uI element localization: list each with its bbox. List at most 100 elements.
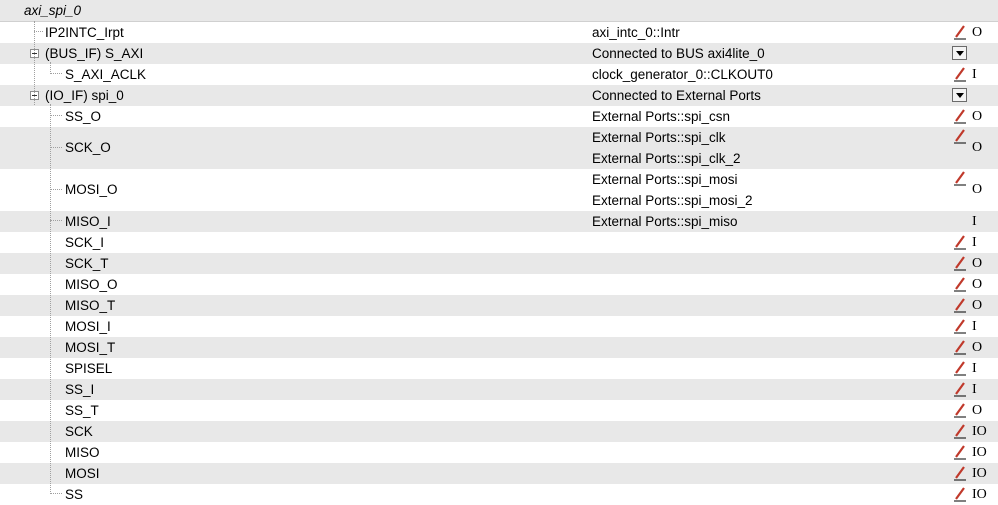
port-direction: I xyxy=(972,361,977,376)
port-name: MISO xyxy=(65,445,100,460)
tree-row[interactable]: SS_T O xyxy=(0,400,998,421)
pencil-icon[interactable] xyxy=(953,318,967,334)
port-connection[interactable]: External Ports::spi_mosi External Ports:… xyxy=(592,169,753,211)
port-direction: I xyxy=(972,382,977,397)
tree-row[interactable]: MOSI IO xyxy=(0,463,998,484)
pencil-icon[interactable] xyxy=(953,423,967,439)
port-connection[interactable]: clock_generator_0::CLKOUT0 xyxy=(592,64,773,85)
tree-row[interactable]: S_AXI_ACLK clock_generator_0::CLKOUT0 I xyxy=(0,64,998,85)
pencil-icon[interactable] xyxy=(953,234,967,250)
tree-row[interactable]: SCK_T O xyxy=(0,253,998,274)
tree-row-root[interactable]: axi_spi_0 xyxy=(0,0,998,22)
port-direction: O xyxy=(972,256,983,271)
tree-row[interactable]: MISO_T O xyxy=(0,295,998,316)
pencil-icon[interactable] xyxy=(953,486,967,502)
tree-guide-line xyxy=(50,220,62,221)
tree-row[interactable]: SPISEL I xyxy=(0,358,998,379)
dropdown-arrow-icon[interactable] xyxy=(952,46,967,60)
tree-guide-line xyxy=(50,493,62,494)
tree-row[interactable]: IP2INTC_Irpt axi_intc_0::Intr O xyxy=(0,22,998,43)
port-name: MOSI_O xyxy=(65,182,118,197)
port-direction: IO xyxy=(972,445,987,460)
port-direction: O xyxy=(972,25,983,40)
port-name: SS_T xyxy=(65,403,99,418)
connection-value: Connected to BUS axi4lite_0 xyxy=(592,46,765,61)
tree-row[interactable]: MISO IO xyxy=(0,442,998,463)
tree-row[interactable]: SS IO xyxy=(0,484,998,505)
interface-name: (BUS_IF) S_AXI xyxy=(45,46,144,61)
pencil-icon[interactable] xyxy=(953,402,967,418)
port-direction: IO xyxy=(972,466,987,481)
port-direction: I xyxy=(972,235,977,250)
port-connection[interactable]: Connected to External Ports xyxy=(592,85,761,106)
tree-row[interactable]: SCK IO xyxy=(0,421,998,442)
port-name: SPISEL xyxy=(65,361,113,376)
port-name: MISO_T xyxy=(65,298,116,313)
pencil-icon[interactable] xyxy=(953,339,967,355)
port-direction: O xyxy=(972,109,983,124)
port-direction: I xyxy=(972,319,977,334)
port-name: SCK_I xyxy=(65,235,105,250)
pencil-icon[interactable] xyxy=(953,360,967,376)
pencil-icon[interactable] xyxy=(953,108,967,124)
tree-row-io-if[interactable]: (IO_IF) spi_0 Connected to External Port… xyxy=(0,85,998,106)
tree-guide-line xyxy=(50,115,62,116)
tree-row[interactable]: MISO_O O xyxy=(0,274,998,295)
tree-row[interactable]: SCK_O External Ports::spi_clk External P… xyxy=(0,127,998,169)
port-direction: O xyxy=(972,403,983,418)
tree-row[interactable]: MISO_I External Ports::spi_miso I xyxy=(0,211,998,232)
connection-value: External Ports::spi_clk xyxy=(592,130,726,145)
port-direction: O xyxy=(972,277,983,292)
pencil-icon[interactable] xyxy=(953,465,967,481)
connection-value: External Ports::spi_miso xyxy=(592,214,738,229)
connection-value: Connected to External Ports xyxy=(592,88,761,103)
port-name: SS xyxy=(65,487,84,502)
port-direction: IO xyxy=(972,424,987,439)
port-name: IP2INTC_Irpt xyxy=(45,25,124,40)
connection-value: clock_generator_0::CLKOUT0 xyxy=(592,67,773,82)
port-name: SS_I xyxy=(65,382,95,397)
port-direction: I xyxy=(972,214,977,229)
tree-guide-line xyxy=(50,189,62,190)
port-name: MISO_I xyxy=(65,214,111,229)
port-connection[interactable]: External Ports::spi_miso xyxy=(592,211,738,232)
pencil-icon[interactable] xyxy=(953,170,967,186)
tree-row[interactable]: SCK_I I xyxy=(0,232,998,253)
pencil-icon[interactable] xyxy=(953,297,967,313)
pencil-icon[interactable] xyxy=(953,24,967,40)
tree-row[interactable]: MOSI_T O xyxy=(0,337,998,358)
port-connection[interactable]: External Ports::spi_csn xyxy=(592,106,730,127)
tree-row[interactable]: MOSI_I I xyxy=(0,316,998,337)
port-name: MOSI_I xyxy=(65,319,111,334)
tree-guide-line xyxy=(50,147,62,148)
pencil-icon[interactable] xyxy=(953,381,967,397)
tree-guide-line xyxy=(34,31,43,32)
connection-value: axi_intc_0::Intr xyxy=(592,25,680,40)
connection-value: External Ports::spi_mosi_2 xyxy=(592,193,753,208)
port-name: S_AXI_ACLK xyxy=(65,67,147,82)
port-name: MOSI xyxy=(65,466,100,481)
port-name: MISO_O xyxy=(65,277,118,292)
pencil-icon[interactable] xyxy=(953,66,967,82)
tree-row[interactable]: MOSI_O External Ports::spi_mosi External… xyxy=(0,169,998,211)
port-name: MOSI_T xyxy=(65,340,116,355)
port-direction: O xyxy=(972,340,983,355)
pencil-icon[interactable] xyxy=(953,276,967,292)
pencil-icon[interactable] xyxy=(953,444,967,460)
connection-value: External Ports::spi_mosi xyxy=(592,172,738,187)
dropdown-arrow-icon[interactable] xyxy=(952,88,967,102)
port-connection[interactable]: External Ports::spi_clk External Ports::… xyxy=(592,127,741,169)
port-connection[interactable]: Connected to BUS axi4lite_0 xyxy=(592,43,765,64)
pencil-icon[interactable] xyxy=(953,255,967,271)
tree-guide-line xyxy=(50,104,51,494)
port-direction: O xyxy=(972,182,983,197)
tree-guide-line xyxy=(50,73,62,74)
port-name: SCK_O xyxy=(65,140,111,155)
tree-row-bus-if[interactable]: (BUS_IF) S_AXI Connected to BUS axi4lite… xyxy=(0,43,998,64)
pencil-icon[interactable] xyxy=(953,128,967,144)
connection-value: External Ports::spi_csn xyxy=(592,109,731,124)
tree-root-label: axi_spi_0 xyxy=(24,3,82,18)
tree-row[interactable]: SS_I I xyxy=(0,379,998,400)
port-connection[interactable]: axi_intc_0::Intr xyxy=(592,22,680,43)
tree-row[interactable]: SS_O External Ports::spi_csn O xyxy=(0,106,998,127)
